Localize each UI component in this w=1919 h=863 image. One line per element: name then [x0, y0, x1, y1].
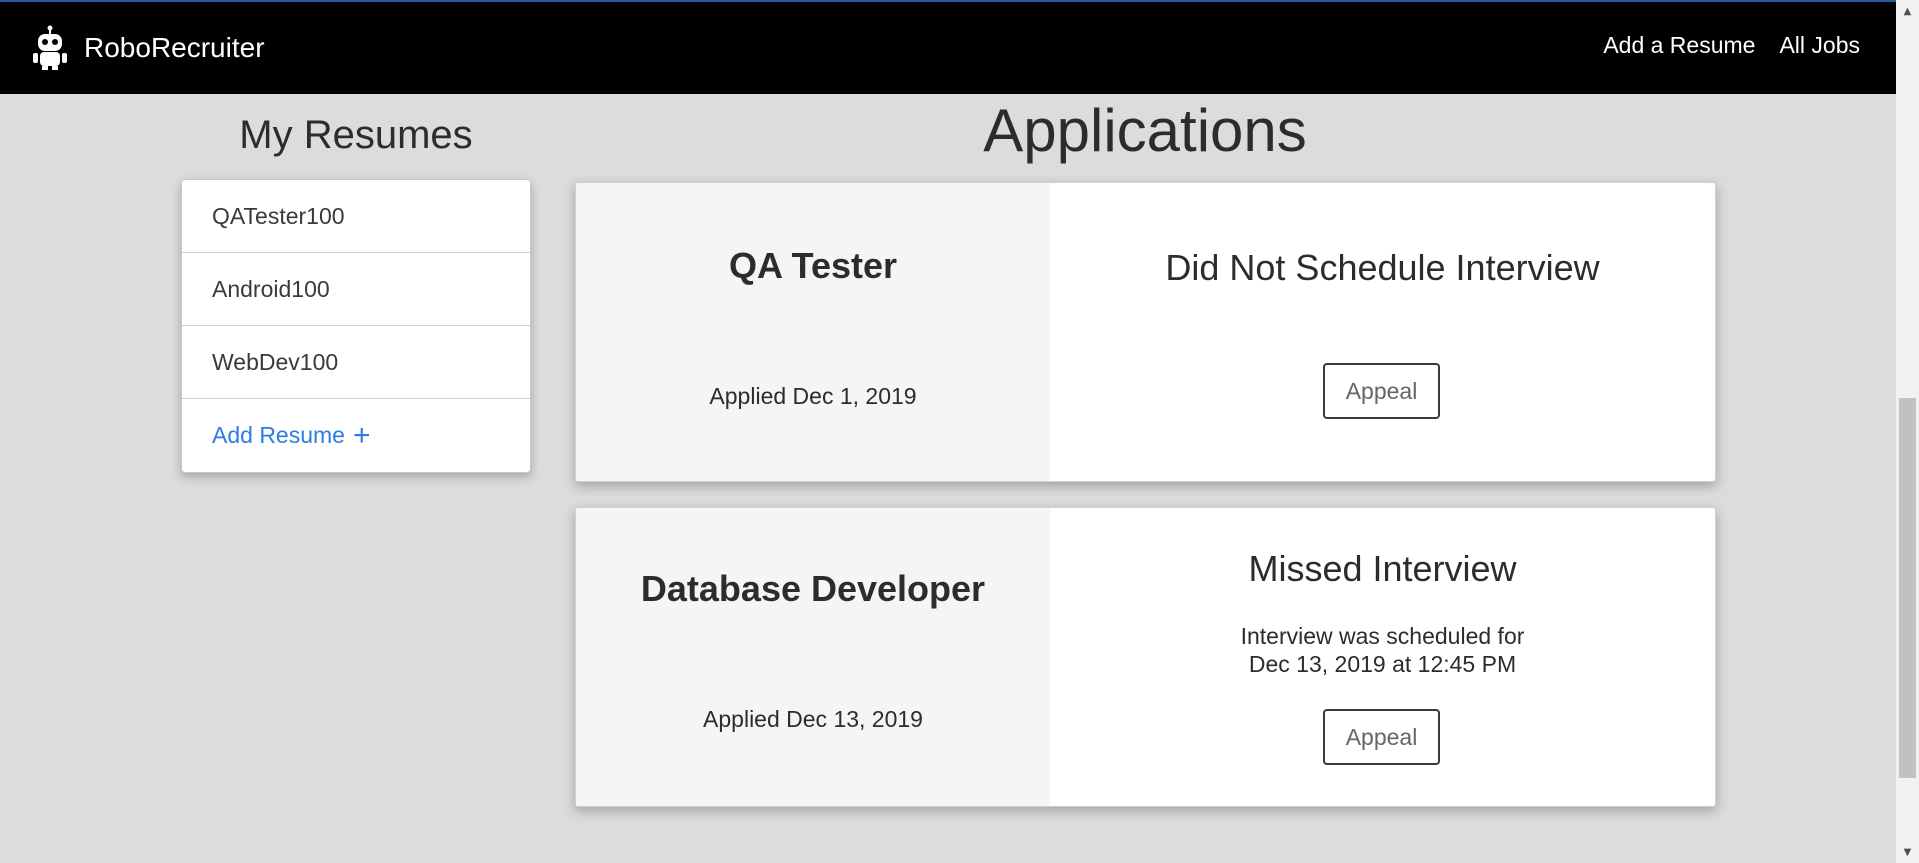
scroll-up-icon[interactable]: ▲: [1896, 2, 1919, 20]
application-status-panel: Missed Interview Interview was scheduled…: [1050, 508, 1715, 806]
scroll-down-icon[interactable]: ▼: [1896, 843, 1919, 861]
brand-name: RoboRecruiter: [84, 32, 265, 63]
resume-item-android100[interactable]: Android100: [182, 253, 530, 326]
nav-link-all-jobs[interactable]: All Jobs: [1779, 32, 1860, 59]
application-status-panel: Did Not Schedule Interview Appeal: [1050, 183, 1715, 481]
application-card: QA Tester Applied Dec 1, 2019 Did Not Sc…: [575, 182, 1716, 482]
nav-links: Add a Resume All Jobs: [1603, 32, 1860, 59]
resume-item-webdev100[interactable]: WebDev100: [182, 326, 530, 399]
vertical-scrollbar[interactable]: ▲ ▼: [1896, 0, 1919, 863]
application-summary: QA Tester Applied Dec 1, 2019: [576, 183, 1050, 481]
application-status: Did Not Schedule Interview: [1165, 247, 1600, 288]
appeal-button[interactable]: Appeal: [1323, 363, 1440, 419]
applications-title: Applications: [983, 97, 1307, 164]
nav-link-add-resume[interactable]: Add a Resume: [1603, 32, 1755, 59]
job-title: QA Tester: [728, 245, 898, 286]
applied-date: Applied Dec 1, 2019: [709, 383, 917, 409]
scrollbar-thumb[interactable]: [1899, 398, 1916, 778]
appeal-button[interactable]: Appeal: [1323, 709, 1440, 765]
resumes-title: My Resumes: [239, 113, 473, 157]
add-resume-button[interactable]: Add Resume +: [182, 399, 530, 472]
resume-list: QATester100 Android100 WebDev100 Add Res…: [181, 179, 531, 473]
resume-item-qatester100[interactable]: QATester100: [182, 180, 530, 253]
interview-detail-line1: Interview was scheduled for: [1240, 623, 1525, 649]
job-title: Database Developer: [640, 568, 986, 609]
brand[interactable]: RoboRecruiter: [30, 24, 265, 72]
add-resume-label: Add Resume: [212, 422, 345, 448]
application-card: Database Developer Applied Dec 13, 2019 …: [575, 507, 1716, 807]
robot-logo-icon: [33, 25, 67, 70]
navbar: RoboRecruiter Add a Resume All Jobs: [0, 2, 1896, 94]
application-status: Missed Interview: [1248, 548, 1517, 589]
interview-detail-line2: Dec 13, 2019 at 12:45 PM: [1248, 651, 1517, 677]
plus-icon: +: [352, 418, 371, 452]
application-summary: Database Developer Applied Dec 13, 2019: [576, 508, 1050, 806]
applied-date: Applied Dec 13, 2019: [703, 706, 923, 732]
